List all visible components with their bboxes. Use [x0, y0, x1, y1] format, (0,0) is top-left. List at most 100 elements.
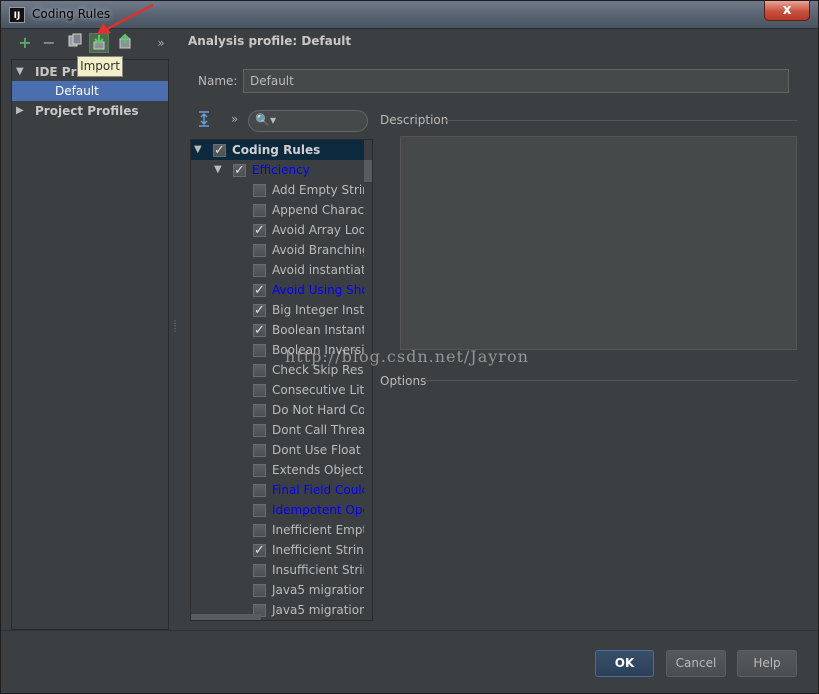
coding-rules-label: Coding Rules — [232, 143, 321, 157]
tree-node-coding-rules[interactable]: ▼ Coding Rules — [191, 140, 364, 160]
description-divider — [445, 120, 797, 121]
tree-node-efficiency[interactable]: ▼ Efficiency — [191, 160, 364, 180]
list-item[interactable]: Avoid instantiating — [191, 260, 364, 280]
search-icon: 🔍▾ — [255, 113, 276, 127]
chevron-down-icon[interactable]: ▼ — [194, 140, 202, 160]
rule-checkbox[interactable] — [253, 541, 266, 560]
chevron-down-icon[interactable]: ▼ — [16, 62, 24, 82]
rule-checkbox[interactable] — [253, 504, 266, 517]
list-item[interactable]: Do Not Hard Code — [191, 400, 364, 420]
intellij-app-icon: IJ — [9, 7, 25, 23]
name-label: Name: — [198, 74, 238, 88]
rule-checkbox[interactable] — [253, 464, 266, 477]
rule-label: Dont Use Float Typ — [272, 443, 364, 457]
list-item[interactable]: Avoid Array Loops — [191, 220, 364, 240]
footer-divider — [1, 630, 818, 631]
options-divider — [425, 380, 797, 381]
list-item[interactable]: Dont Call Thread R — [191, 420, 364, 440]
rule-label: Consecutive Literal — [272, 383, 364, 397]
list-item[interactable]: Append Character — [191, 200, 364, 220]
rule-label: Boolean Instantiati — [272, 323, 364, 337]
list-item[interactable]: Consecutive Literal — [191, 380, 364, 400]
vertical-scrollbar[interactable] — [364, 160, 372, 182]
rule-label: Add Empty String — [272, 183, 364, 197]
rule-label: Big Integer Instanti — [272, 303, 364, 317]
rule-checkbox[interactable] — [253, 404, 266, 417]
list-item[interactable]: Big Integer Instanti — [191, 300, 364, 320]
chevron-down-icon[interactable]: ▼ — [214, 160, 222, 180]
copy-icon[interactable] — [65, 33, 85, 53]
rule-label: Avoid instantiating — [272, 263, 364, 277]
rule-checkbox[interactable] — [253, 301, 266, 320]
rule-label: Dont Call Thread R — [272, 423, 364, 437]
rule-checkbox[interactable] — [253, 244, 266, 257]
list-item[interactable]: Insufficient String E — [191, 560, 364, 580]
watermark: http://blog.csdn.net/Jayron — [285, 347, 529, 366]
rule-checkbox[interactable] — [253, 364, 266, 377]
rule-checkbox[interactable] — [253, 281, 266, 300]
tree-node-project-profiles[interactable]: ▶ Project Profiles — [12, 101, 168, 121]
list-item[interactable]: Inefficient Empty S — [191, 520, 364, 540]
list-item[interactable]: Avoid Using Short — [191, 280, 364, 300]
cancel-button[interactable]: Cancel — [666, 650, 726, 677]
rule-label: Insufficient String E — [272, 563, 364, 577]
rule-label: Java5 migration - B — [272, 583, 364, 597]
annotation-arrow-icon — [97, 3, 154, 34]
splitter-handle[interactable]: ⋮ ⋮ — [171, 320, 179, 337]
rule-label: Do Not Hard Code — [272, 403, 364, 417]
rule-checkbox[interactable] — [253, 444, 266, 457]
project-profiles-label: Project Profiles — [35, 104, 139, 118]
efficiency-label: Efficiency — [252, 163, 310, 177]
list-item[interactable]: Avoid Branching St — [191, 240, 364, 260]
minus-icon[interactable]: − — [39, 33, 59, 53]
close-button[interactable]: x — [764, 1, 810, 21]
options-label: Options — [380, 374, 427, 388]
list-item[interactable]: Final Field Could Be — [191, 480, 364, 500]
rule-checkbox[interactable] — [253, 221, 266, 240]
rule-label: Append Character — [272, 203, 364, 217]
coding-rules-dialog: IJ Coding Rules x + − » Import ▼ IDE Pro… — [0, 0, 819, 694]
rule-checkbox[interactable] — [253, 384, 266, 397]
list-item[interactable]: Inefficient String Bu — [191, 540, 364, 560]
ide-default-label: Default — [55, 84, 99, 98]
rules-tree: ▼ Coding Rules ▼ Efficiency Add Empty St… — [190, 139, 373, 621]
help-button[interactable]: Help — [737, 650, 797, 677]
rule-checkbox[interactable] — [253, 524, 266, 537]
horizontal-scrollbar[interactable] — [191, 614, 261, 620]
rule-label: Avoid Using Short — [272, 283, 364, 297]
rule-checkbox[interactable] — [253, 584, 266, 597]
list-item[interactable]: Extends Object — [191, 460, 364, 480]
tree-node-ide-default[interactable]: Default — [12, 81, 168, 101]
plus-icon[interactable]: + — [15, 33, 35, 53]
rule-label: Final Field Could Be — [272, 483, 364, 497]
chevron-right-icon[interactable]: ▶ — [16, 101, 24, 121]
list-item[interactable]: Boolean Instantiati — [191, 320, 364, 340]
rule-checkbox[interactable] — [253, 204, 266, 217]
rule-checkbox[interactable] — [253, 264, 266, 277]
rule-label: Avoid Array Loops — [272, 223, 364, 237]
rule-checkbox[interactable] — [253, 424, 266, 437]
checkbox-coding-rules[interactable] — [213, 141, 226, 160]
ok-button[interactable]: OK — [595, 650, 654, 677]
search-input[interactable]: 🔍▾ — [248, 110, 368, 132]
rule-checkbox[interactable] — [253, 344, 266, 357]
list-item[interactable]: Java5 migration - B — [191, 580, 364, 600]
name-field[interactable] — [243, 69, 789, 93]
more-filters-icon[interactable]: » — [231, 112, 238, 126]
page-title: Analysis profile: Default — [188, 34, 352, 48]
list-item[interactable]: Add Empty String — [191, 180, 364, 200]
rule-checkbox[interactable] — [253, 184, 266, 197]
rule-checkbox[interactable] — [253, 484, 266, 497]
list-item[interactable]: Idempotent Operat — [191, 500, 364, 520]
description-box — [400, 136, 797, 350]
rule-label: Java5 migration - L — [272, 603, 364, 617]
rule-checkbox[interactable] — [253, 564, 266, 577]
rule-label: Avoid Branching St — [272, 243, 364, 257]
rule-checkbox[interactable] — [253, 321, 266, 340]
expand-all-icon[interactable] — [197, 111, 211, 127]
description-label: Description — [380, 113, 449, 127]
checkbox-efficiency[interactable] — [233, 161, 246, 180]
list-item[interactable]: Dont Use Float Typ — [191, 440, 364, 460]
import-tooltip: Import — [77, 56, 123, 77]
rule-label: Inefficient Empty S — [272, 523, 364, 537]
